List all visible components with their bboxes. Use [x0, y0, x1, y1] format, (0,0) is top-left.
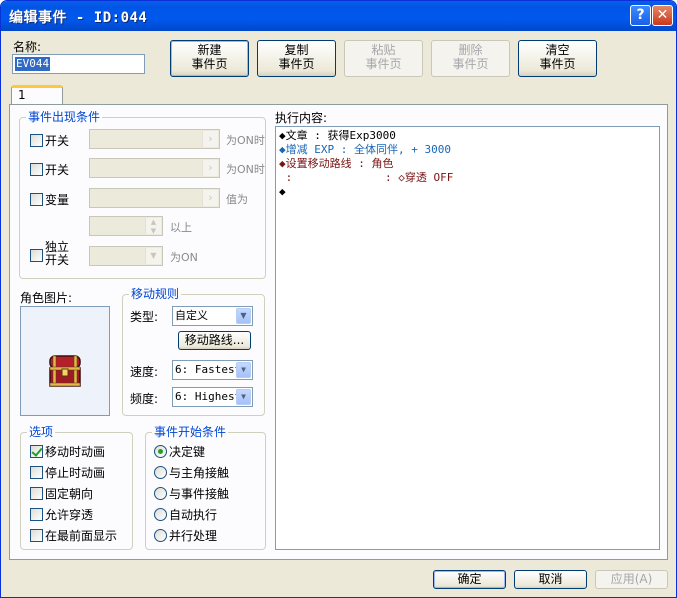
clear-page-label-1: 清空 — [545, 43, 570, 57]
chevron-down-icon: ▼ — [236, 308, 251, 324]
move-freq-value: 6: Highest — [175, 390, 242, 403]
command-row[interactable]: ◆设置移动路线 : 角色 — [279, 157, 656, 171]
above-label: 以上 — [170, 221, 192, 234]
delete-page-label-1: 删除 — [458, 43, 483, 57]
variable-label: 变量 — [45, 193, 70, 207]
paste-page-label-1: 粘贴 — [371, 43, 396, 57]
switch1-checkbox[interactable] — [30, 134, 43, 147]
treasure-chest-icon — [49, 355, 81, 387]
switch1-label: 开关 — [45, 134, 70, 148]
contents-label: 执行内容: — [275, 111, 328, 125]
speed-label: 速度: — [130, 365, 159, 379]
new-page-button[interactable]: 新建 事件页 — [170, 40, 249, 77]
conditions-title: 事件出现条件 — [26, 110, 103, 124]
switch2-suffix: 为ON时 — [226, 163, 265, 176]
switch2-label: 开关 — [45, 163, 70, 177]
type-label: 类型: — [130, 310, 159, 324]
options-label-0: 移动时动画 — [45, 445, 106, 459]
copy-page-label-1: 复制 — [284, 43, 309, 57]
clear-page-label-2: 事件页 — [539, 57, 576, 71]
command-row[interactable]: : : ◇穿透 OFF — [279, 171, 656, 185]
self-switch-label-2: 开关 — [45, 253, 70, 267]
trigger-label-4: 并行处理 — [169, 529, 218, 543]
tab-page-1[interactable]: 1 — [11, 85, 63, 105]
paste-page-button[interactable]: 粘贴 事件页 — [344, 40, 423, 77]
chevron-down-icon: ▼ — [236, 389, 251, 405]
delete-page-label-2: 事件页 — [452, 57, 489, 71]
trigger-label-2: 与事件接触 — [169, 487, 230, 501]
trigger-title: 事件开始条件 — [152, 425, 229, 439]
copy-page-button[interactable]: 复制 事件页 — [257, 40, 336, 77]
variable-select[interactable]: › — [89, 188, 220, 208]
self-switch-checkbox[interactable] — [30, 249, 43, 262]
move-route-button[interactable]: 移动路线... — [178, 331, 251, 350]
trigger-rb-0[interactable] — [154, 445, 167, 458]
delete-page-button[interactable]: 删除 事件页 — [431, 40, 510, 77]
move-freq-select[interactable]: 6: Highest ▼ — [172, 387, 253, 407]
switch1-select-arrow-icon: › — [202, 131, 218, 147]
trigger-rb-1[interactable] — [154, 466, 167, 479]
variable-value-spin[interactable]: ▲ ▼ — [89, 216, 163, 236]
trigger-label-3: 自动执行 — [169, 508, 218, 522]
options-cb-1[interactable] — [30, 466, 43, 479]
clear-page-button[interactable]: 清空 事件页 — [518, 40, 597, 77]
trigger-rb-4[interactable] — [154, 529, 167, 542]
switch1-suffix: 为ON时 — [226, 134, 265, 147]
copy-page-label-2: 事件页 — [278, 57, 315, 71]
self-switch-label-1: 独立 — [45, 240, 70, 254]
event-name-input[interactable]: EV044 — [12, 54, 145, 74]
switch2-select-arrow-icon: › — [202, 160, 218, 176]
variable-select-arrow-icon: › — [202, 190, 218, 206]
ok-button[interactable]: 确定 — [433, 570, 506, 589]
options-cb-3[interactable] — [30, 508, 43, 521]
options-label-2: 固定朝向 — [45, 487, 94, 501]
self-switch-arrow-icon: ▼ — [145, 248, 161, 264]
chevron-down-icon: ▼ — [236, 362, 251, 378]
spin-arrows-icon: ▲ ▼ — [145, 218, 161, 235]
event-commands-list[interactable]: ◆文章 : 获得Exp3000 ◆增减 EXP : 全体同伴, + 3000 ◆设置… — [275, 126, 660, 550]
options-label-1: 停止时动画 — [45, 466, 106, 480]
edit-event-window: 编辑事件 - ID:044 ? ✕ 名称: EV044 新建 事件页 复制 事件… — [0, 0, 677, 598]
self-switch-suffix: 为ON — [170, 251, 198, 264]
cancel-button[interactable]: 取消 — [514, 570, 587, 589]
trigger-rb-3[interactable] — [154, 508, 167, 521]
options-cb-2[interactable] — [30, 487, 43, 500]
options-cb-0[interactable] — [30, 445, 43, 458]
help-button[interactable]: ? — [630, 5, 651, 26]
movement-title: 移动规则 — [129, 287, 182, 301]
close-button[interactable]: ✕ — [652, 5, 673, 26]
freq-label: 频度: — [130, 392, 159, 406]
graphic-picker[interactable] — [20, 306, 110, 416]
name-label: 名称: — [13, 40, 42, 54]
options-cb-4[interactable] — [30, 529, 43, 542]
move-speed-value: 6: Fastest — [175, 363, 242, 376]
variable-suffix: 值为 — [226, 193, 248, 206]
paste-page-label-2: 事件页 — [365, 57, 402, 71]
switch2-select[interactable]: › — [89, 158, 220, 178]
options-label-4: 在最前面显示 — [45, 529, 118, 543]
command-row[interactable]: ◆增减 EXP : 全体同伴, + 3000 — [279, 143, 656, 157]
move-type-value: 自定义 — [175, 309, 208, 322]
options-title: 选项 — [27, 425, 56, 439]
title-bar: 编辑事件 - ID:044 ? ✕ — [1, 1, 676, 31]
switch1-select[interactable]: › — [89, 129, 220, 149]
graphic-label: 角色图片: — [20, 291, 73, 305]
self-switch-select[interactable]: ▼ — [89, 246, 163, 266]
trigger-label-0: 决定键 — [169, 445, 206, 459]
move-type-select[interactable]: 自定义 ▼ — [172, 306, 253, 326]
self-switch-label: 独立 开关 — [45, 241, 69, 267]
trigger-rb-2[interactable] — [154, 487, 167, 500]
move-speed-select[interactable]: 6: Fastest ▼ — [172, 360, 253, 380]
trigger-label-1: 与主角接触 — [169, 466, 230, 480]
event-name-value: EV044 — [15, 57, 51, 71]
switch2-checkbox[interactable] — [30, 163, 43, 176]
command-row[interactable]: ◆文章 : 获得Exp3000 — [279, 129, 656, 143]
options-label-3: 允许穿透 — [45, 508, 94, 522]
command-row[interactable]: ◆ — [279, 185, 656, 199]
new-page-label-2: 事件页 — [191, 57, 228, 71]
apply-button[interactable]: 应用(A) — [595, 570, 668, 589]
variable-checkbox[interactable] — [30, 193, 43, 206]
window-title: 编辑事件 - ID:044 — [9, 10, 148, 26]
new-page-label-1: 新建 — [197, 43, 222, 57]
